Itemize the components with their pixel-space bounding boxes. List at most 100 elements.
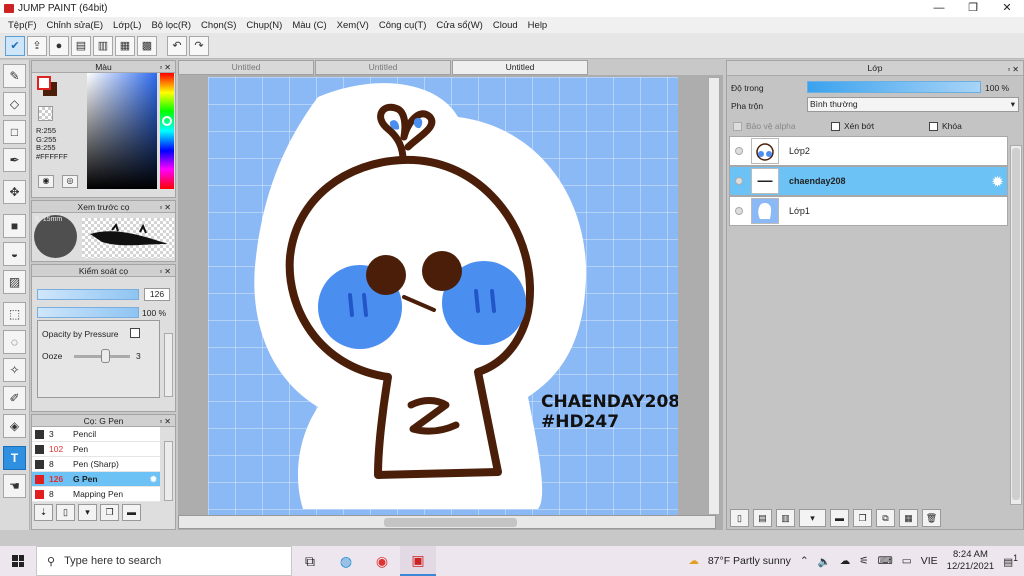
select-rect-icon[interactable]: □ <box>3 120 26 144</box>
new-raster-layer-icon[interactable]: ▤ <box>753 509 772 527</box>
brush-folder-icon[interactable]: ▬ <box>122 504 141 521</box>
ooze-slider-knob[interactable] <box>101 349 110 363</box>
redo-icon[interactable]: ↷ <box>189 35 209 56</box>
menu-capture[interactable]: Chụp(N) <box>241 20 287 31</box>
scroll-thumb[interactable] <box>1012 148 1020 500</box>
menu-help[interactable]: Help <box>523 20 553 31</box>
jump-paint-taskbar-icon[interactable]: ▣ <box>400 546 436 576</box>
export-icon[interactable]: ⇪ <box>27 35 47 56</box>
onedrive-icon[interactable]: ☁ <box>840 555 851 567</box>
saturation-value-picker[interactable] <box>87 73 157 189</box>
brush-size-input[interactable]: 126 <box>144 288 170 301</box>
brush-menu-icon[interactable]: ▾ <box>78 504 97 521</box>
layer-folder-icon[interactable]: ▬ <box>830 509 849 527</box>
canvas-horizontal-scrollbar[interactable] <box>178 515 716 529</box>
gear-icon[interactable]: ✹ <box>150 474 157 485</box>
brush-item-pen[interactable]: 102 Pen <box>32 442 160 457</box>
lock-checkbox[interactable] <box>929 121 938 131</box>
blend-mode-select[interactable]: Bình thường ▾ <box>807 97 1019 112</box>
notification-icon[interactable]: ▤1 <box>1003 553 1018 569</box>
magic-wand-icon[interactable]: ✧ <box>3 358 26 382</box>
menu-window[interactable]: Cửa sổ(W) <box>431 20 487 31</box>
panel-buttons[interactable]: ▫✕ <box>159 416 173 428</box>
chrome-browser-icon[interactable]: ◉ <box>364 546 400 576</box>
minimize-button[interactable]: — <box>922 0 956 17</box>
network-icon[interactable]: ⚟ <box>859 555 868 567</box>
brush-download-icon[interactable]: ⇣ <box>34 504 53 521</box>
color-wheel-icon[interactable]: ◉ <box>38 175 54 188</box>
brush-item-g-pen[interactable]: 126 G Pen ✹ <box>32 472 160 487</box>
select-pen-icon[interactable]: ✐ <box>3 386 26 410</box>
weather-text[interactable]: 87°F Partly sunny <box>708 555 791 567</box>
hue-slider[interactable] <box>160 73 174 189</box>
visibility-icon[interactable] <box>735 177 743 185</box>
brush-item-pencil[interactable]: 3 Pencil <box>32 427 160 442</box>
new-vector-layer-icon[interactable]: ▥ <box>776 509 795 527</box>
message-icon[interactable]: ▤ <box>71 35 91 56</box>
visibility-icon[interactable] <box>735 207 743 215</box>
keyboard-icon[interactable]: ⌨ <box>878 555 893 567</box>
tab-untitled-3[interactable]: Untitled <box>452 60 588 75</box>
protect-alpha-option[interactable]: Bảo vệ alpha <box>733 121 796 131</box>
pen-tool-icon[interactable]: ✒ <box>3 148 26 172</box>
transparent-color-swatch[interactable] <box>38 106 53 121</box>
visibility-icon[interactable] <box>735 147 743 155</box>
color-history-icon[interactable]: ◎ <box>62 175 78 188</box>
new-layer-icon[interactable]: ▯ <box>730 509 749 527</box>
rect-select-icon[interactable]: ⬚ <box>3 302 26 326</box>
volume-icon[interactable]: 🔈 <box>818 555 831 568</box>
menu-tools[interactable]: Công cụ(T) <box>374 20 432 31</box>
hand-tool-icon[interactable]: ☚ <box>3 474 26 498</box>
lock-option[interactable]: Khóa <box>929 121 962 131</box>
brush-item-pen-sharp[interactable]: 8 Pen (Sharp) <box>32 457 160 472</box>
menu-cloud[interactable]: Cloud <box>488 20 523 31</box>
layer-settings-icon[interactable]: ▦ <box>899 509 918 527</box>
grid-settings-icon[interactable]: ▩ <box>137 35 157 56</box>
tab-untitled-2[interactable]: Untitled <box>315 60 451 75</box>
taskbar-search[interactable]: ⚲ Type here to search <box>36 546 292 576</box>
menu-file[interactable]: Tệp(F) <box>3 20 42 31</box>
layer-row-chaenday208[interactable]: ▬▬▬ chaenday208 ✹ <box>729 166 1008 196</box>
delete-layer-icon[interactable]: 🗑 <box>922 509 941 527</box>
layer-list-scrollbar[interactable] <box>1010 145 1022 505</box>
scroll-thumb[interactable] <box>384 518 517 527</box>
brush-copy-icon[interactable]: ❐ <box>100 504 119 521</box>
language-indicator[interactable]: VIE <box>921 555 938 567</box>
pages-icon[interactable]: ▦ <box>115 35 135 56</box>
panel-buttons[interactable]: ▫✕ <box>159 202 173 214</box>
panel-buttons[interactable]: ▫✕ <box>1007 62 1021 77</box>
document-icon[interactable]: ▥ <box>93 35 113 56</box>
new-brush-icon[interactable]: ▯ <box>56 504 75 521</box>
menu-color[interactable]: Màu (C) <box>287 20 331 31</box>
chevron-up-icon[interactable]: ⌃ <box>800 555 809 567</box>
fill-shape-icon[interactable]: ■ <box>3 214 26 238</box>
brush-control-scrollbar[interactable] <box>164 333 173 397</box>
duplicate-layer-icon[interactable]: ❐ <box>853 509 872 527</box>
brush-tool-icon[interactable]: ✎ <box>3 64 26 88</box>
layer-opacity-slider[interactable] <box>807 81 981 93</box>
maximize-button[interactable]: ❐ <box>956 0 990 17</box>
brush-item-mapping-pen[interactable]: 8 Mapping Pen <box>32 487 160 502</box>
protect-alpha-checkbox[interactable] <box>733 121 742 131</box>
menu-layer[interactable]: Lớp(L) <box>108 20 146 31</box>
gear-icon[interactable]: ✹ <box>992 174 1003 190</box>
clip-option[interactable]: Xén bớt <box>831 121 874 131</box>
clock[interactable]: 8:24 AM 12/21/2021 <box>947 549 995 573</box>
layer-row-lop2[interactable]: Lớp2 <box>729 136 1008 166</box>
clip-checkbox[interactable] <box>831 121 840 131</box>
select-eraser-icon[interactable]: ◈ <box>3 414 26 438</box>
weather-icon[interactable]: ☁ <box>688 555 699 567</box>
canvas-vertical-scrollbar[interactable] <box>708 77 720 515</box>
panel-buttons[interactable]: ▫✕ <box>159 266 173 278</box>
brush-list-scrollbar[interactable] <box>164 441 173 501</box>
gradient-tool-icon[interactable]: ▨ <box>3 270 26 294</box>
menu-select[interactable]: Chọn(S) <box>196 20 241 31</box>
edge-browser-icon[interactable]: ◍ <box>328 546 364 576</box>
menu-edit[interactable]: Chỉnh sửa(E) <box>42 20 109 31</box>
check-icon[interactable]: ✔ <box>5 35 25 56</box>
layer-menu-icon[interactable]: ▾ <box>799 509 826 527</box>
opacity-pressure-checkbox[interactable] <box>130 328 140 338</box>
brush-size-slider[interactable] <box>37 289 139 300</box>
text-tool-icon[interactable]: T <box>3 446 26 470</box>
start-button[interactable] <box>0 546 36 576</box>
